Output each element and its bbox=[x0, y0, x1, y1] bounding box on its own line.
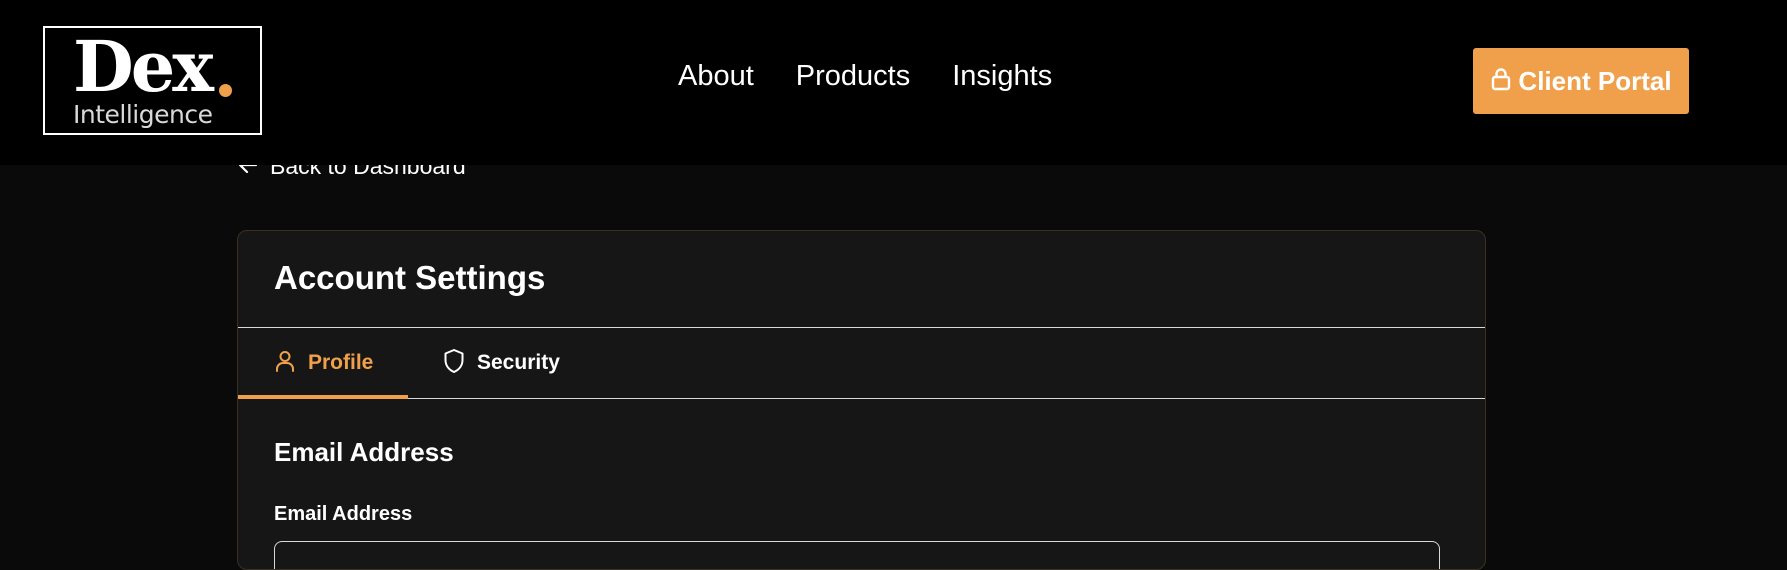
nav-link-insights[interactable]: Insights bbox=[952, 60, 1052, 93]
email-field[interactable] bbox=[274, 541, 1440, 569]
settings-tabs: Profile Security bbox=[238, 327, 1485, 399]
page-title: Account Settings bbox=[274, 259, 546, 296]
nav-link-products[interactable]: Products bbox=[796, 60, 910, 93]
tab-profile[interactable]: Profile bbox=[238, 328, 408, 399]
site-header: Dex Intelligence About Products Insights… bbox=[0, 0, 1787, 165]
client-portal-button[interactable]: Client Portal bbox=[1473, 48, 1689, 114]
tab-security-label: Security bbox=[477, 351, 560, 374]
shield-icon bbox=[443, 348, 465, 378]
section-title-email: Email Address bbox=[274, 437, 454, 467]
logo-dot bbox=[219, 84, 232, 97]
tab-profile-label: Profile bbox=[308, 351, 374, 374]
logo[interactable]: Dex Intelligence bbox=[43, 26, 262, 135]
account-settings-card: Account Settings Profile Security Email … bbox=[237, 230, 1486, 570]
user-icon bbox=[274, 349, 296, 377]
email-field-label: Email Address bbox=[274, 503, 413, 525]
nav-link-about[interactable]: About bbox=[678, 60, 754, 93]
client-portal-label: Client Portal bbox=[1518, 65, 1672, 96]
logo-subtitle: Intelligence bbox=[73, 100, 213, 129]
logo-wordmark: Dex bbox=[73, 25, 214, 108]
main-nav: About Products Insights bbox=[678, 60, 1052, 93]
lock-icon bbox=[1490, 67, 1512, 95]
tab-security[interactable]: Security bbox=[443, 328, 560, 398]
